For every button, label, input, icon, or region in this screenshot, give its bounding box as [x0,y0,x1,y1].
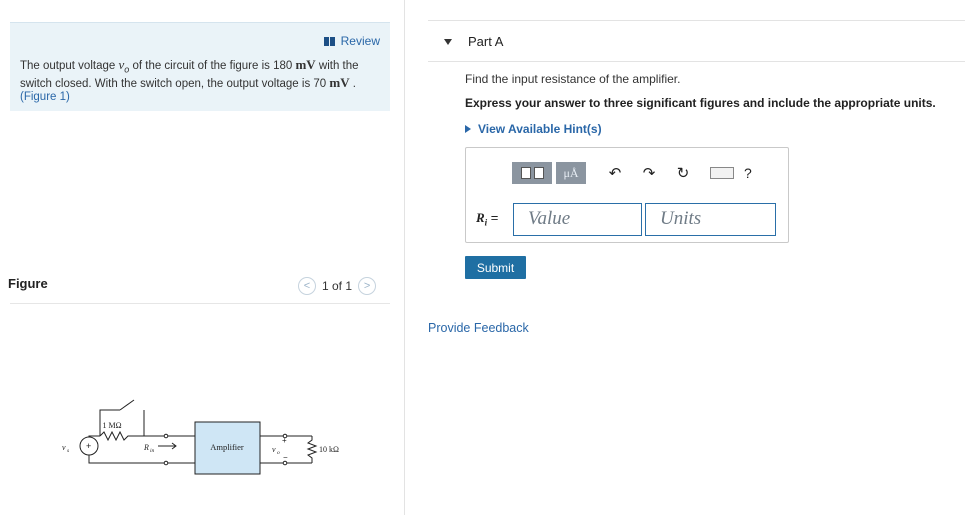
caret-down-icon [444,38,452,45]
caret-right-icon [465,125,471,133]
problem-statement-box: Review The output voltage vo of the circ… [10,22,390,111]
unit-mv-2: mV [329,75,350,91]
chevron-left-icon[interactable]: < [298,277,316,295]
template-icon[interactable] [512,162,552,184]
hint-label: View Available Hint(s) [478,122,602,136]
undo-icon[interactable]: ↶ [602,162,628,184]
part-header[interactable]: Part A [444,34,503,49]
plus-sign: + [86,441,91,451]
problem-text-2: of the circuit of the figure is 180 [129,60,296,72]
ri-var: R [476,210,485,225]
answer-toolbar: μÅ ↶ ↷ ↻ ? [512,162,752,184]
problem-text: The output voltage vo of the circuit of … [20,58,385,104]
keyboard-icon[interactable] [710,167,734,179]
book-icon [323,36,336,46]
figure-heading: Figure [8,276,48,291]
problem-text-4: . [349,78,356,91]
figure-link[interactable]: (Figure 1) [20,91,70,103]
source-sub: s [67,448,69,454]
circuit-diagram: Amplifier 1 MΩ R in + v s + v o − 10 kΩ [62,399,339,475]
help-button[interactable]: ? [744,165,752,181]
vo-label: v [272,445,276,454]
review-label: Review [340,34,380,48]
submit-button[interactable]: Submit [465,256,526,279]
top-divider [428,20,965,21]
reset-icon[interactable]: ↻ [670,162,696,184]
amplifier-label: Amplifier [210,442,244,452]
question-text: Find the input resistance of the amplifi… [465,72,681,86]
rin-sub: in [150,448,155,454]
redo-icon[interactable]: ↷ [636,162,662,184]
vo-plus: + [282,436,287,445]
instruction-text: Express your answer to three significant… [465,96,936,110]
part-title: Part A [468,34,504,49]
rin-label: R [143,443,149,452]
units-input[interactable]: Units [645,203,776,236]
part-divider [428,61,965,62]
source-label: v [62,443,66,452]
problem-text-1: The output voltage [20,60,119,72]
ri-eq: = [487,210,499,225]
review-link[interactable]: Review [323,34,380,48]
column-divider [404,0,405,515]
chevron-right-icon[interactable]: > [358,277,377,295]
load-label: 10 kΩ [319,445,339,454]
value-input[interactable]: Value [513,203,642,236]
units-button[interactable]: μÅ [556,162,586,184]
figure-pager: < 1 of 1 > [298,277,377,295]
vo-sub: o [277,450,280,456]
pager-text: 1 of 1 [322,279,353,293]
vo-minus: − [283,453,288,462]
resistor-label: 1 MΩ [102,421,121,430]
unit-mv-1: mV [295,57,316,72]
answer-box: μÅ ↶ ↷ ↻ ? Ri = Value Units [465,147,789,243]
provide-feedback-link[interactable]: Provide Feedback [428,321,529,335]
hint-link[interactable]: View Available Hint(s) [465,122,602,136]
figure-divider [10,303,390,304]
problem-panel: Review The output voltage vo of the circ… [0,0,405,515]
ri-label: Ri = [476,210,498,228]
